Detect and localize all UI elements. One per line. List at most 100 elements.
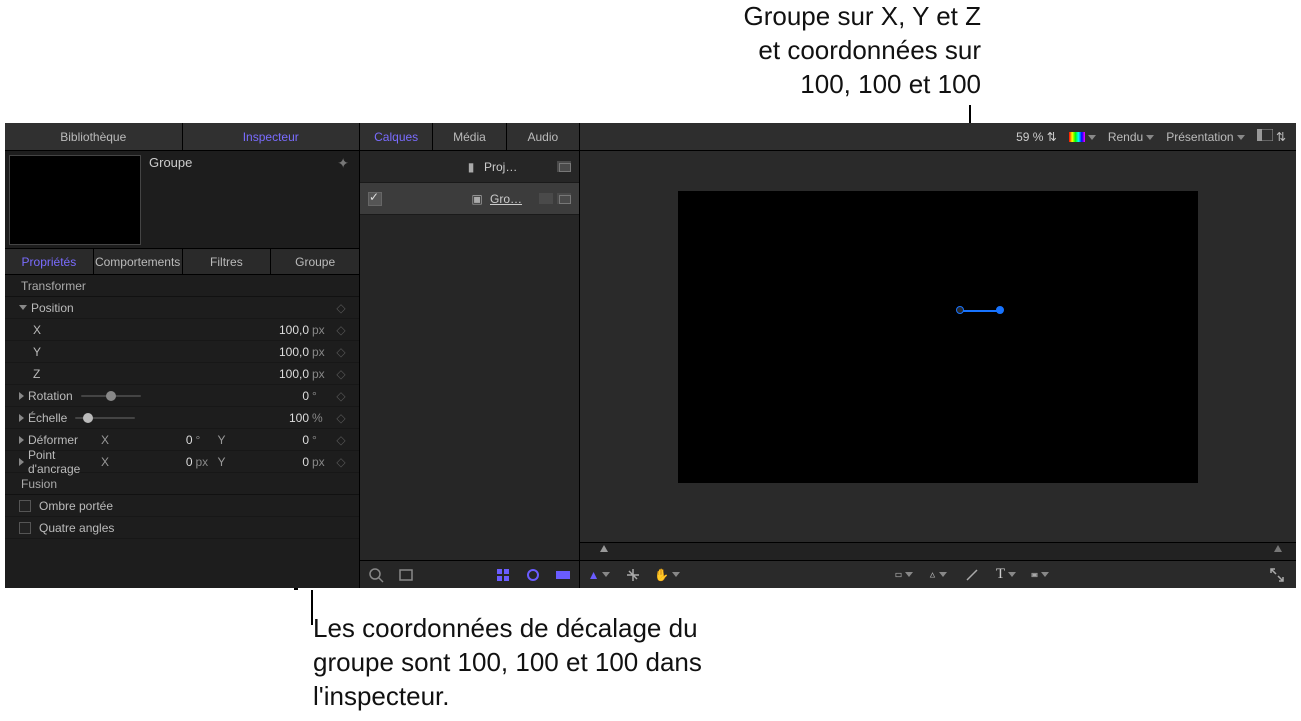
row-position-x[interactable]: X 100,0 px <box>5 319 359 341</box>
tab-media[interactable]: Média <box>433 123 506 150</box>
tab-layers-label: Calques <box>374 130 418 144</box>
rectangle-tool-icon[interactable] <box>895 566 913 584</box>
unit-shear-x: ° <box>193 433 215 447</box>
marker-icon[interactable] <box>1274 545 1282 552</box>
inspector-column: Bibliothèque Inspecteur Groupe ✦ Proprié… <box>5 123 360 588</box>
label-z: Z <box>33 367 40 381</box>
layer-group-label: Gro… <box>490 192 522 206</box>
row-four-corner[interactable]: Quatre angles <box>5 517 359 539</box>
value-anchor-y[interactable]: 0 <box>269 455 309 469</box>
layer-flag-icon[interactable] <box>557 193 571 204</box>
checkbox-layer-visible[interactable] <box>368 192 382 206</box>
layer-flag-icon[interactable] <box>557 161 571 172</box>
pan-tool-icon[interactable]: ✋ <box>658 566 676 584</box>
layer-flag-icon[interactable] <box>539 193 553 204</box>
checkbox-four-corner[interactable] <box>19 522 31 534</box>
layout-menu[interactable]: ⇅ <box>1257 129 1286 144</box>
tab-audio[interactable]: Audio <box>507 123 579 150</box>
keyframe-icon[interactable] <box>331 345 351 359</box>
inspector-header: Groupe ✦ <box>5 151 359 249</box>
filmstrip-icon[interactable] <box>555 567 571 583</box>
section-blend-label: Fusion <box>21 477 57 491</box>
value-rotation[interactable]: 0 <box>239 389 309 403</box>
chevron-down-icon <box>1146 135 1154 140</box>
row-rotation[interactable]: Rotation 0 ° <box>5 385 359 407</box>
annotation-top: Groupe sur X, Y et Z et coordonnées sur … <box>581 0 981 101</box>
row-position-y[interactable]: Y 100,0 px <box>5 341 359 363</box>
render-menu[interactable]: Rendu <box>1108 130 1154 144</box>
view-menu[interactable]: Présentation <box>1166 130 1244 144</box>
tab-library-label: Bibliothèque <box>60 130 126 144</box>
zoom-level[interactable]: 59 % ⇅ <box>1016 130 1057 144</box>
tab-layers[interactable]: Calques <box>360 123 433 150</box>
subtab-group[interactable]: Groupe <box>271 249 359 274</box>
row-position[interactable]: Position <box>5 297 359 319</box>
value-shear-x[interactable]: 0 <box>153 433 193 447</box>
transform-gizmo[interactable] <box>960 306 1004 316</box>
gizmo-origin-handle[interactable] <box>956 306 964 314</box>
unit-rotation: ° <box>309 389 331 403</box>
tab-inspector[interactable]: Inspecteur <box>183 123 360 150</box>
value-scale[interactable]: 100 <box>239 411 309 425</box>
layer-project[interactable]: ▮ Proj… <box>360 151 579 183</box>
disclosure-right-icon <box>19 414 24 422</box>
value-anchor-x[interactable]: 0 <box>153 455 193 469</box>
select-tool-icon[interactable]: ▲ <box>590 566 608 584</box>
chevron-down-icon <box>1088 135 1096 140</box>
layer-group[interactable]: ▣ Gro… <box>360 183 579 215</box>
disclosure-right-icon <box>19 458 24 466</box>
text-tool-icon[interactable]: T <box>997 566 1015 584</box>
layer-project-label: Proj… <box>484 160 517 174</box>
transform-3d-tool-icon[interactable] <box>624 566 642 584</box>
keyframe-icon[interactable] <box>331 323 351 337</box>
chevron-down-icon <box>939 572 947 577</box>
row-scale[interactable]: Échelle 100 % <box>5 407 359 429</box>
row-drop-shadow[interactable]: Ombre portée <box>5 495 359 517</box>
keyframe-icon[interactable] <box>331 455 351 469</box>
keyframe-icon[interactable] <box>331 389 351 403</box>
checkbox-drop-shadow[interactable] <box>19 500 31 512</box>
disclosure-right-icon <box>19 436 24 444</box>
section-transform: Transformer <box>5 275 359 297</box>
value-z[interactable]: 100,0 <box>239 367 309 381</box>
mask-tool-icon[interactable] <box>1031 566 1049 584</box>
rotation-dial[interactable] <box>81 390 141 402</box>
timeline-ruler[interactable] <box>580 542 1296 560</box>
scale-slider[interactable] <box>75 412 135 424</box>
pen-tool-icon[interactable] <box>929 566 947 584</box>
disclosure-down-icon <box>19 305 27 310</box>
search-icon[interactable] <box>368 567 384 583</box>
value-x[interactable]: 100,0 <box>239 323 309 337</box>
circle-icon[interactable] <box>525 567 541 583</box>
value-y[interactable]: 100,0 <box>239 345 309 359</box>
keyframe-icon[interactable] <box>331 433 351 447</box>
playhead-icon[interactable] <box>600 545 608 552</box>
chevron-down-icon <box>905 572 913 577</box>
keyframe-icon[interactable] <box>331 301 351 315</box>
subtab-behaviors[interactable]: Comportements <box>94 249 183 274</box>
color-channels-menu[interactable] <box>1069 130 1096 144</box>
subtab-filters[interactable]: Filtres <box>183 249 272 274</box>
frame-icon[interactable] <box>398 567 414 583</box>
render-menu-label: Rendu <box>1108 130 1143 144</box>
keyframe-icon[interactable] <box>331 411 351 425</box>
keyframe-icon[interactable] <box>331 367 351 381</box>
row-anchor-label: Point d'ancrage <box>28 448 98 476</box>
app-window: Bibliothèque Inspecteur Groupe ✦ Proprié… <box>5 123 1296 588</box>
gizmo-x-handle[interactable] <box>996 306 1004 314</box>
row-position-z[interactable]: Z 100,0 px <box>5 363 359 385</box>
value-shear-y[interactable]: 0 <box>269 433 309 447</box>
subtab-properties[interactable]: Propriétés <box>5 249 94 274</box>
canvas[interactable] <box>580 151 1296 542</box>
chevron-down-icon <box>1237 135 1245 140</box>
grid-icon[interactable] <box>495 567 511 583</box>
tab-library[interactable]: Bibliothèque <box>5 123 183 150</box>
row-rotation-label: Rotation <box>28 389 73 403</box>
expand-icon[interactable] <box>1268 566 1286 584</box>
unit-x: px <box>309 323 331 337</box>
chevron-down-icon <box>602 572 610 577</box>
view-menu-label: Présentation <box>1166 130 1233 144</box>
line-tool-icon[interactable] <box>963 566 981 584</box>
row-anchor[interactable]: Point d'ancrage X 0 px Y 0 px <box>5 451 359 473</box>
pin-icon[interactable]: ✦ <box>337 155 349 244</box>
